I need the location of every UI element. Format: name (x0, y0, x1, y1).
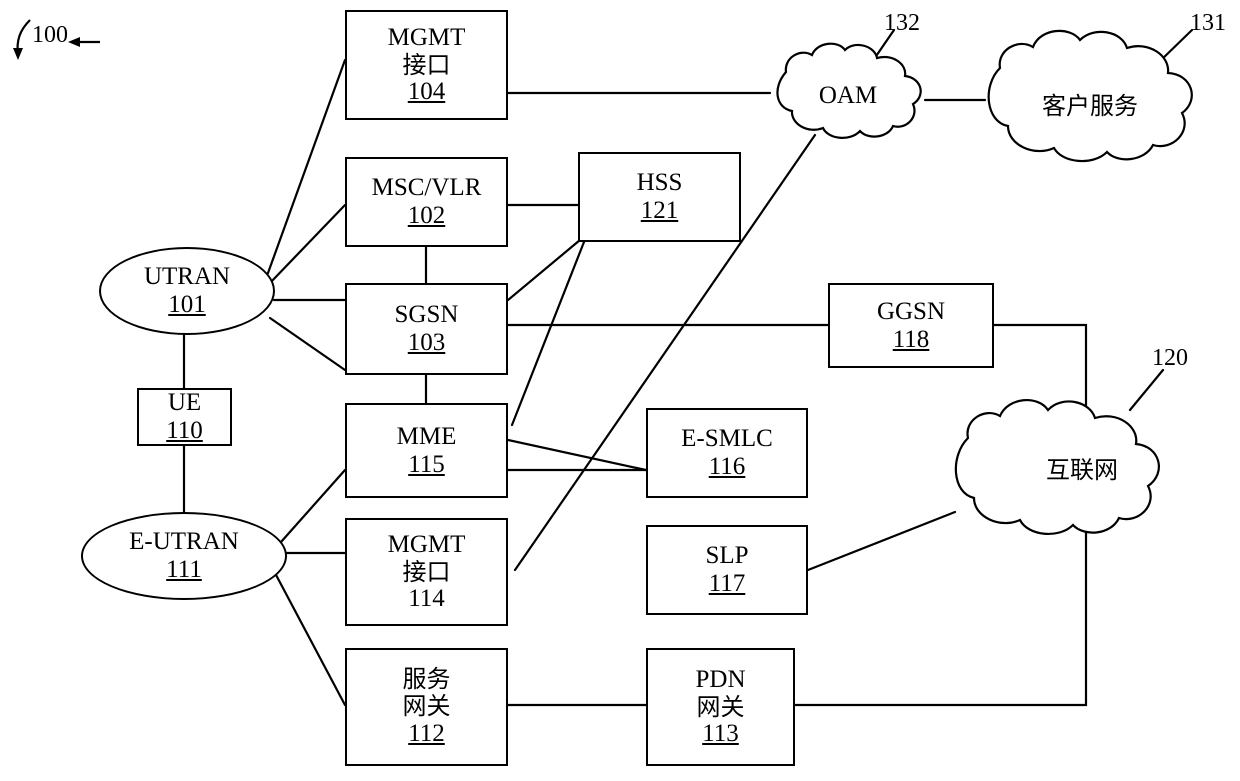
node-label-line1: MME (396, 422, 457, 450)
node-label-line1: SGSN (394, 301, 459, 328)
node-e-utran-111[interactable]: E-UTRAN 111 (81, 512, 287, 600)
node-label-line1: E-UTRAN (129, 528, 239, 555)
node-pdn-gateway-113[interactable]: PDN 网关 113 (646, 648, 795, 766)
node-ref-number: 104 (407, 78, 446, 106)
node-label-line1: 服务 (402, 665, 451, 694)
node-hss-121[interactable]: HSS 121 (578, 152, 741, 242)
node-label-line1: GGSN (876, 297, 946, 325)
node-ue-110[interactable]: UE 110 (137, 388, 232, 446)
node-label-line1: PDN (695, 665, 746, 693)
node-ref-number: 118 (892, 325, 930, 353)
node-sgsn-103[interactable]: SGSN 103 (345, 283, 508, 375)
node-ref-number: 103 (407, 329, 446, 356)
node-label-line1: UTRAN (143, 263, 231, 290)
node-label-line1: HSS (636, 169, 683, 196)
node-label-line1: UE (167, 389, 202, 416)
node-ggsn-118[interactable]: GGSN 118 (828, 283, 994, 368)
ref-131: 131 (1190, 10, 1226, 36)
node-ref-number: 112 (408, 719, 445, 747)
customer-service-cloud-label: 客户服务 (1042, 92, 1138, 120)
node-label-line1: E-SMLC (681, 425, 773, 452)
node-label-line2: 接口 (402, 557, 451, 586)
node-ref-number: 121 (640, 197, 679, 224)
ref-100: 100 (32, 22, 68, 48)
node-label-line1: SLP (705, 542, 749, 569)
node-e-smlc-116[interactable]: E-SMLC 116 (646, 408, 808, 498)
node-mgmt-interface-104[interactable]: MGMT 接口 104 (345, 10, 508, 120)
node-mme-115[interactable]: MME 115 (345, 403, 508, 498)
ref-120: 120 (1152, 345, 1188, 371)
node-label-line2: 接口 (402, 50, 451, 79)
node-msc-vlr-102[interactable]: MSC/VLR 102 (345, 157, 508, 247)
node-utran-101[interactable]: UTRAN 101 (99, 247, 275, 335)
patent-figure: 100 132 131 120 OAM 客户服务 互联网 MGMT 接口 104… (0, 0, 1240, 781)
oam-cloud-label: OAM (818, 82, 878, 109)
node-label-line2: 网关 (402, 692, 451, 720)
node-slp-117[interactable]: SLP 117 (646, 525, 808, 615)
node-label-line1: MSC/VLR (371, 174, 482, 201)
node-ref-number: 110 (166, 417, 203, 444)
node-ref-number: 114 (408, 585, 445, 613)
node-label-line2: 网关 (696, 692, 745, 721)
node-label-line1: MGMT (387, 530, 466, 558)
node-serving-gateway-112[interactable]: 服务 网关 112 (345, 648, 508, 766)
node-ref-number: 111 (166, 556, 202, 583)
node-label-line1: MGMT (387, 23, 466, 51)
node-ref-number: 116 (708, 453, 746, 480)
internet-cloud-label: 互联网 (1046, 456, 1118, 484)
node-ref-number: 115 (408, 450, 445, 478)
node-ref-number: 101 (168, 291, 206, 318)
node-ref-number: 117 (708, 570, 746, 597)
ref-132: 132 (884, 10, 920, 36)
node-ref-number: 113 (702, 720, 739, 748)
node-ref-number: 102 (407, 202, 446, 229)
node-mgmt-interface-114[interactable]: MGMT 接口 114 (345, 518, 508, 626)
